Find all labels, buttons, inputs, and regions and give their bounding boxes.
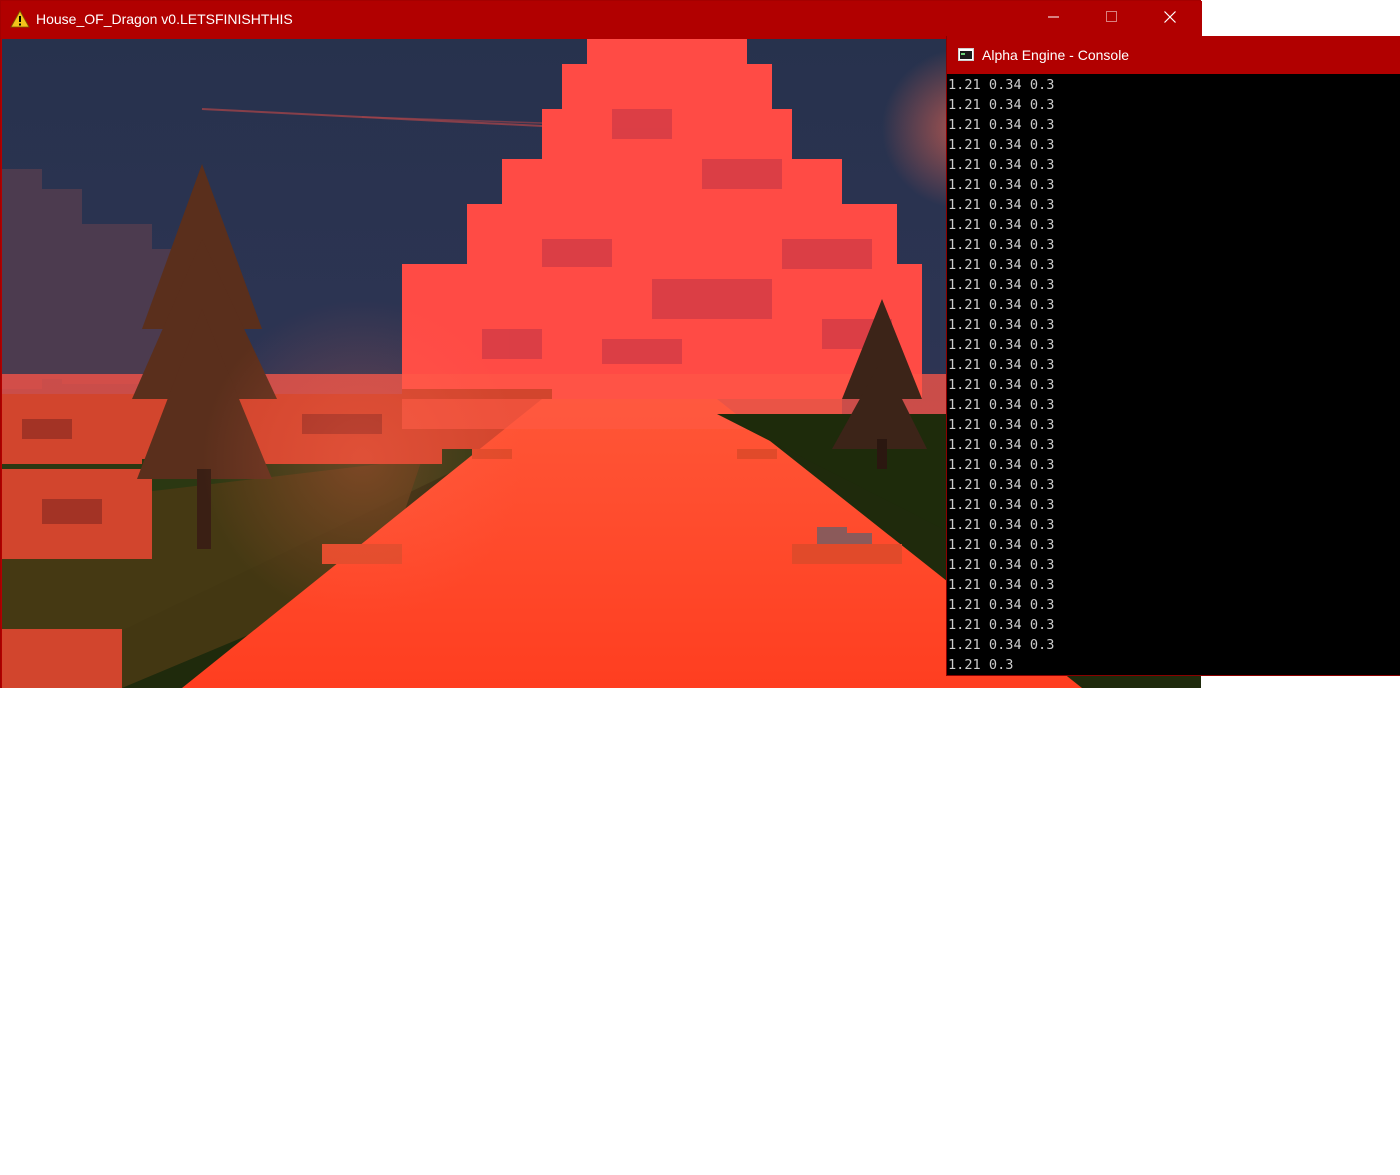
console-titlebar[interactable]: Alpha Engine - Console [947, 36, 1400, 74]
console-line: 1.21 0.34 0.3 [948, 457, 1055, 473]
maximize-icon [1106, 10, 1118, 28]
warning-icon [10, 10, 30, 28]
console-line: 1.21 0.34 0.3 [948, 637, 1055, 653]
game-window-title: House_OF_Dragon v0.LETSFINISHTHIS [36, 11, 293, 27]
console-line: 1.21 0.34 0.3 [948, 577, 1055, 593]
console-window: Alpha Engine - Console 1.21 0.34 0.3 1.21… [946, 36, 1400, 676]
console-line: 1.21 0.34 0.3 [948, 217, 1055, 233]
console-line: 1.21 0.34 0.3 [948, 537, 1055, 553]
console-output[interactable]: 1.21 0.34 0.3 1.21 0.34 0.3 1.21 0.34 0.3 1… [948, 74, 1400, 676]
console-line: 1.21 0.34 0.3 [948, 617, 1055, 633]
console-line: 1.21 0.34 0.3 [948, 297, 1055, 313]
console-icon [958, 48, 974, 61]
console-line: 1.21 0.34 0.3 [948, 177, 1055, 193]
console-line: 1.21 0.34 0.3 [948, 237, 1055, 253]
maximize-button[interactable] [1083, 1, 1141, 37]
console-line: 1.21 0.34 0.3 [948, 377, 1055, 393]
console-line: 1.21 0.34 0.3 [948, 477, 1055, 493]
minimize-icon [1048, 10, 1060, 28]
console-line: 1.21 0.34 0.3 [948, 337, 1055, 353]
console-line: 1.21 0.34 0.3 [948, 497, 1055, 513]
console-line: 1.21 0.34 0.3 [948, 157, 1055, 173]
console-line: 1.21 0.34 0.3 [948, 517, 1055, 533]
close-button[interactable] [1141, 1, 1199, 37]
console-line: 1.21 0.34 0.3 [948, 117, 1055, 133]
console-line: 1.21 0.34 0.3 [948, 357, 1055, 373]
console-line: 1.21 0.34 0.3 [948, 397, 1055, 413]
console-line: 1.21 0.34 0.3 [948, 557, 1055, 573]
console-line: 1.21 0.34 0.3 [948, 317, 1055, 333]
console-line: 1.21 0.34 0.3 [948, 597, 1055, 613]
game-titlebar[interactable]: House_OF_Dragon v0.LETSFINISHTHIS [1, 1, 1202, 39]
console-line: 1.21 0.34 0.3 [948, 137, 1055, 153]
console-line: 1.21 0.34 0.3 [948, 257, 1055, 273]
console-line: 1.21 0.34 0.3 [948, 97, 1055, 113]
console-line: 1.21 0.34 0.3 [948, 277, 1055, 293]
close-icon [1164, 10, 1176, 28]
console-line: 1.21 0.3 [948, 657, 1014, 673]
console-window-title: Alpha Engine - Console [982, 47, 1130, 63]
minimize-button[interactable] [1025, 1, 1083, 37]
console-line: 1.21 0.34 0.3 [948, 417, 1055, 433]
console-line: 1.21 0.34 0.3 [948, 77, 1055, 93]
console-line: 1.21 0.34 0.3 [948, 437, 1055, 453]
console-line: 1.21 0.34 0.3 [948, 197, 1055, 213]
